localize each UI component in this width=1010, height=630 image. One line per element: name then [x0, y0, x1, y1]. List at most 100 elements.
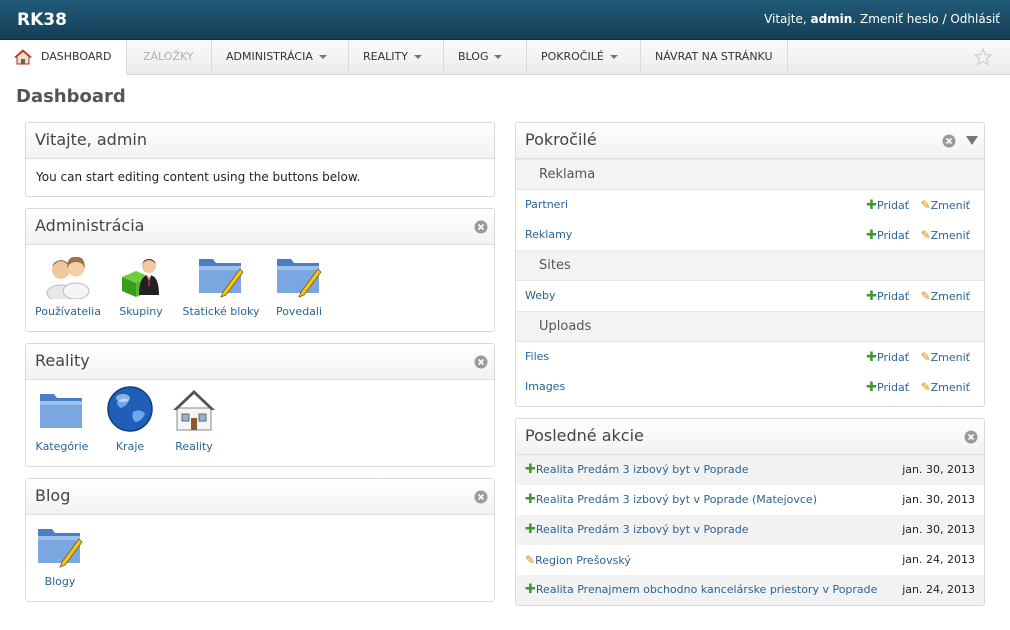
pencil-icon: ✎ — [920, 228, 931, 242]
app-link[interactable]: Images — [525, 380, 565, 393]
change-label: Zmeniť — [930, 199, 970, 212]
close-icon[interactable] — [474, 355, 488, 369]
change-link[interactable]: ✎Zmeniť — [921, 380, 970, 394]
plus-icon: ✚ — [866, 380, 878, 395]
home-icon — [14, 49, 32, 65]
module-header: Pokročilé — [516, 123, 984, 159]
change-label: Zmeniť — [930, 381, 970, 394]
collapse-toggle-icon[interactable] — [966, 136, 978, 146]
nav-blog[interactable]: BLOG — [444, 40, 527, 74]
globe-icon — [107, 386, 153, 432]
regions-link[interactable]: Kraje — [104, 384, 156, 453]
nav-reality-label: REALITY — [363, 50, 408, 63]
close-icon[interactable] — [474, 220, 488, 234]
recent-action-row: ✚Realita Predám 3 izbový byt v Poprade j… — [516, 455, 984, 485]
app-row-weby: Weby ✚Pridať ✎Zmeniť — [516, 281, 984, 311]
nav-reality[interactable]: REALITY — [349, 40, 444, 74]
module-title: Reality — [35, 351, 90, 370]
change-link[interactable]: ✎Zmeniť — [921, 198, 970, 212]
plus-icon: ✚ — [866, 350, 878, 365]
house-icon — [173, 390, 215, 431]
app-row-reklamy: Reklamy ✚Pridať ✎Zmeniť — [516, 220, 984, 250]
module-title: Pokročilé — [525, 130, 597, 149]
reality-module: Reality Kategórie Kraje Reality — [25, 343, 495, 467]
plus-icon: ✚ — [525, 522, 536, 537]
plus-icon: ✚ — [525, 492, 536, 507]
add-label: Pridať — [877, 229, 910, 242]
blogs-link[interactable]: Blogy — [34, 523, 86, 588]
module-title: Blog — [35, 486, 71, 505]
app-link[interactable]: Files — [525, 350, 549, 363]
nav-dashboard-label: DASHBOARD — [41, 50, 112, 63]
nav-dashboard[interactable]: DASHBOARD — [0, 40, 127, 75]
recent-actions-module: Posledné akcie ✚Realita Predám 3 izbový … — [515, 418, 985, 606]
recent-action-row: ✎Region Prešovský jan. 24, 2013 — [516, 545, 984, 575]
plus-icon: ✚ — [866, 289, 878, 304]
users-link[interactable]: Používatelia — [34, 253, 102, 318]
star-icon[interactable] — [974, 48, 992, 66]
recent-action-row: ✚Realita Predám 3 izbový byt v Poprade j… — [516, 515, 984, 545]
module-title: Administrácia — [35, 216, 145, 235]
nav-bookmarks[interactable]: ZÁLOŽKY — [127, 40, 212, 74]
recent-action-link[interactable]: Realita Predám 3 izbový byt v Poprade — [536, 463, 749, 476]
recent-action-link[interactable]: Realita Prenajmem obchodno kancelárske p… — [536, 583, 878, 596]
add-label: Pridať — [877, 381, 910, 394]
reality-label: Reality — [175, 440, 213, 453]
group-header-uploads: Uploads — [516, 311, 984, 342]
app-link[interactable]: Weby — [525, 289, 556, 302]
reality-link[interactable]: Reality — [166, 384, 222, 453]
top-header: RK38 Vitajte, admin. Zmeniť heslo / Odhl… — [0, 0, 1010, 40]
module-title: Vitajte, admin — [26, 123, 494, 159]
nav-back-to-site[interactable]: NÁVRAT NA STRÁNKU — [641, 40, 788, 74]
welcome-text: Vitajte, — [764, 12, 807, 26]
change-link[interactable]: ✎Zmeniť — [920, 228, 970, 242]
plus-icon: ✚ — [525, 462, 536, 477]
categories-link[interactable]: Kategórie — [34, 388, 90, 453]
nav-back-to-site-label: NÁVRAT NA STRÁNKU — [655, 50, 773, 63]
add-link[interactable]: ✚Pridať — [866, 289, 909, 304]
groups-link[interactable]: Skupiny — [112, 253, 170, 318]
logout-link[interactable]: Odhlásiť — [950, 12, 1000, 26]
povedali-link[interactable]: Povedali — [270, 253, 328, 318]
app-link[interactable]: Reklamy — [525, 228, 572, 241]
recent-action-link[interactable]: Region Prešovský — [535, 554, 631, 567]
nav-advanced[interactable]: POKROČILÉ — [527, 40, 641, 74]
folder-icon — [40, 394, 82, 428]
groups-label: Skupiny — [119, 305, 163, 318]
recent-action-date: jan. 24, 2013 — [902, 553, 975, 566]
module-header: Reality — [26, 344, 494, 380]
pencil-icon: ✎ — [920, 350, 931, 364]
nav-administration-label: ADMINISTRÁCIA — [226, 50, 313, 63]
pencil-icon: ✎ — [525, 553, 536, 567]
close-icon[interactable] — [942, 134, 956, 148]
change-link[interactable]: ✎Zmeniť — [920, 350, 970, 364]
add-link[interactable]: ✚Pridať — [866, 380, 910, 395]
change-label: Zmeniť — [930, 229, 970, 242]
group-header-sites: Sites — [516, 250, 984, 281]
main-nav: DASHBOARD ZÁLOŽKY ADMINISTRÁCIA REALITY … — [0, 40, 1010, 75]
app-link[interactable]: Partneri — [525, 198, 568, 211]
app-row-files: Files ✚Pridať ✎Zmeniť — [516, 342, 984, 372]
static-blocks-link[interactable]: Statické bloky — [178, 253, 264, 318]
close-icon[interactable] — [474, 490, 488, 504]
chevron-down-icon — [494, 55, 503, 59]
change-label: Zmeniť — [930, 290, 970, 303]
static-blocks-label: Statické bloky — [182, 305, 260, 318]
nav-administration[interactable]: ADMINISTRÁCIA — [212, 40, 349, 74]
user-tools: Vitajte, admin. Zmeniť heslo / Odhlásiť — [764, 12, 1000, 26]
change-password-link[interactable]: Zmeniť heslo — [860, 12, 939, 26]
recent-action-row: ✚Realita Prenajmem obchodno kancelárske … — [516, 575, 984, 605]
add-link[interactable]: ✚Pridať — [866, 350, 909, 365]
advanced-module: Pokročilé Reklama Partneri ✚Pridať ✎Zmen… — [515, 122, 985, 407]
brand-title[interactable]: RK38 — [17, 10, 67, 30]
welcome-text: You can start editing content using the … — [36, 170, 361, 184]
folder-edit-icon — [38, 529, 83, 568]
recent-action-link[interactable]: Realita Predám 3 izbový byt v Poprade — [536, 523, 749, 536]
welcome-module: Vitajte, admin You can start editing con… — [25, 122, 495, 197]
recent-action-link[interactable]: Realita Predám 3 izbový byt v Poprade (M… — [536, 493, 817, 506]
add-link[interactable]: ✚Pridať — [866, 198, 909, 213]
change-link[interactable]: ✎Zmeniť — [921, 289, 970, 303]
close-icon[interactable] — [964, 430, 978, 444]
add-link[interactable]: ✚Pridať — [866, 228, 910, 243]
plus-icon: ✚ — [525, 582, 536, 597]
